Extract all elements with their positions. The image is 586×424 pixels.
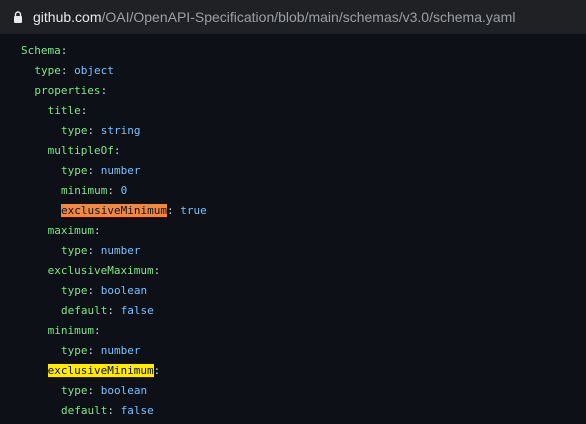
yaml-value: boolean xyxy=(94,284,148,297)
yaml-key: default xyxy=(60,404,108,417)
yaml-colon: : xyxy=(113,144,121,157)
code-line: default: false xyxy=(0,401,586,421)
yaml-key: minimum xyxy=(60,184,108,197)
yaml-colon: : xyxy=(107,184,114,197)
yaml-value: number xyxy=(94,344,141,357)
yaml-colon: : xyxy=(100,84,108,97)
url-domain: github.com xyxy=(33,9,102,25)
code-line: minimum: 0 xyxy=(0,181,586,201)
yaml-key: multipleOf xyxy=(47,144,114,157)
yaml-key: type xyxy=(60,244,88,257)
code-line: type: number xyxy=(0,341,586,361)
yaml-colon: : xyxy=(60,44,68,57)
yaml-key: default xyxy=(60,304,108,317)
yaml-value: number xyxy=(94,164,141,177)
yaml-key: exclusiveMaximum xyxy=(47,264,154,277)
code-line: type: string xyxy=(0,121,586,141)
yaml-key: type xyxy=(60,164,88,177)
yaml-key: exclusiveMinimum xyxy=(47,364,154,377)
yaml-key: maximum xyxy=(47,224,95,237)
yaml-key: properties xyxy=(34,84,101,97)
yaml-colon: : xyxy=(107,404,114,417)
lock-icon xyxy=(12,10,24,24)
yaml-key: type xyxy=(34,64,61,77)
yaml-colon: : xyxy=(80,104,88,117)
code-line: type: boolean xyxy=(0,381,586,401)
code-line: exclusiveMinimum: xyxy=(0,361,586,381)
code-line: multipleOf: xyxy=(0,141,586,161)
yaml-key: type xyxy=(60,344,88,357)
yaml-value: false xyxy=(113,404,154,417)
yaml-colon: : xyxy=(94,224,101,237)
yaml-value: string xyxy=(94,124,141,137)
yaml-key: title xyxy=(47,104,81,117)
code-line: type: number xyxy=(0,241,586,261)
code-line: exclusiveMinimum: true xyxy=(0,201,586,221)
yaml-value: boolean xyxy=(94,384,148,397)
code-line: Schema: xyxy=(0,41,586,61)
url-path: /OAI/OpenAPI-Specification/blob/main/sch… xyxy=(101,9,516,25)
yaml-key: minimum xyxy=(47,324,95,337)
yaml-value: number xyxy=(94,244,141,257)
code-line: default: false xyxy=(0,301,586,321)
yaml-colon: : xyxy=(153,264,161,277)
yaml-value: object xyxy=(67,64,114,77)
yaml-colon: : xyxy=(153,364,161,377)
yaml-colon: : xyxy=(107,304,114,317)
code-line: maximum: xyxy=(0,221,586,241)
yaml-key: Schema xyxy=(21,44,61,57)
code-line: title: xyxy=(0,101,586,121)
code-line: type: boolean xyxy=(0,281,586,301)
yaml-value: 0 xyxy=(113,184,128,197)
yaml-value: true xyxy=(173,204,207,217)
code-line: minimum: xyxy=(0,321,586,341)
code-line: exclusiveMaximum: xyxy=(0,261,586,281)
yaml-key: type xyxy=(60,124,88,137)
code-line: type: object xyxy=(0,61,586,81)
yaml-key: type xyxy=(60,384,88,397)
code-line: properties: xyxy=(0,81,586,101)
yaml-colon: : xyxy=(166,204,174,217)
address-bar[interactable]: github.com /OAI/OpenAPI-Specification/bl… xyxy=(0,0,586,34)
yaml-value: false xyxy=(113,304,154,317)
yaml-key: exclusiveMinimum xyxy=(60,204,167,217)
code-viewer: Schema: type: object properties: title: type… xyxy=(0,34,586,424)
yaml-key: type xyxy=(60,284,88,297)
code-line: type: number xyxy=(0,161,586,181)
yaml-colon: : xyxy=(94,324,101,337)
